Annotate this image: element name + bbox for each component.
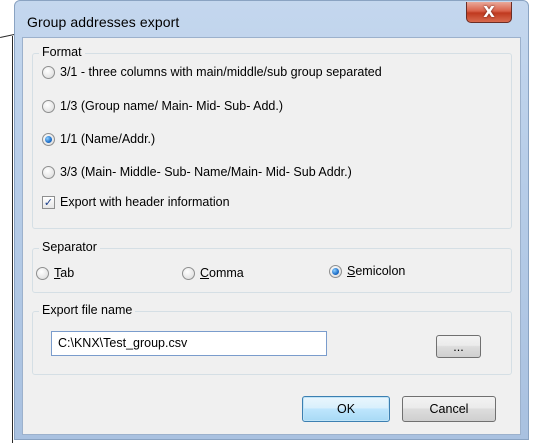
callout-line (12, 36, 13, 443)
radio-button[interactable] (36, 266, 49, 280)
separator-comma-option[interactable]: Comma (182, 266, 244, 280)
radio-button-selected[interactable] (42, 132, 55, 146)
cancel-button[interactable]: Cancel (402, 396, 496, 422)
title-bar[interactable]: Group addresses export X (15, 1, 528, 37)
header-info-checkbox-row[interactable]: ✓ Export with header information (42, 195, 230, 209)
dialog-body: Format 3/1 - three columns with main/mid… (22, 37, 521, 435)
radio-button[interactable] (42, 65, 55, 79)
export-file-group: Export file name C:\KNX\Test_group.csv .… (32, 303, 512, 375)
separator-tab-label: Tab (54, 266, 75, 280)
separator-legend: Separator (39, 240, 100, 254)
radio-button[interactable] (182, 266, 195, 280)
radio-button[interactable] (42, 99, 55, 113)
format-option-label: 1/3 (Group name/ Main- Mid- Sub- Add.) (60, 99, 284, 113)
export-file-legend: Export file name (39, 303, 136, 317)
separator-comma-label: Comma (200, 266, 244, 280)
separator-semicolon-label: Semicolon (347, 264, 406, 278)
format-group: Format 3/1 - three columns with main/mid… (32, 45, 512, 229)
format-option-3-1[interactable]: 3/1 - three columns with main/middle/sub… (42, 65, 382, 79)
format-option-label: 1/1 (Name/Addr.) (60, 132, 156, 146)
dialog-title: Group addresses export (27, 14, 180, 30)
separator-semicolon-option[interactable]: Semicolon (329, 264, 405, 278)
header-info-checkbox[interactable]: ✓ (42, 195, 55, 209)
checkmark-icon: ✓ (43, 195, 54, 209)
format-option-1-1[interactable]: 1/1 (Name/Addr.) (42, 132, 155, 146)
format-legend: Format (39, 45, 85, 59)
close-icon: X (483, 3, 495, 21)
separator-tab-option[interactable]: Tab (36, 266, 74, 280)
ok-button[interactable]: OK (302, 396, 390, 422)
separator-group: Separator Tab Comma Semicolon (32, 240, 512, 293)
format-option-label: 3/1 - three columns with main/middle/sub… (60, 65, 382, 79)
export-dialog: Group addresses export X Format 3/1 - th… (14, 0, 529, 440)
browse-button[interactable]: ... (436, 335, 481, 358)
screen: Group addresses export X Format 3/1 - th… (0, 0, 533, 443)
format-option-label: 3/3 (Main- Middle- Sub- Name/Main- Mid- … (60, 165, 352, 179)
radio-button[interactable] (42, 165, 55, 179)
format-option-3-3[interactable]: 3/3 (Main- Middle- Sub- Name/Main- Mid- … (42, 165, 352, 179)
close-button[interactable]: X (466, 2, 512, 23)
radio-button-selected[interactable] (329, 264, 342, 278)
header-info-label: Export with header information (60, 195, 230, 209)
format-option-1-3[interactable]: 1/3 (Group name/ Main- Mid- Sub- Add.) (42, 99, 283, 113)
export-file-name-input[interactable]: C:\KNX\Test_group.csv (51, 331, 327, 356)
